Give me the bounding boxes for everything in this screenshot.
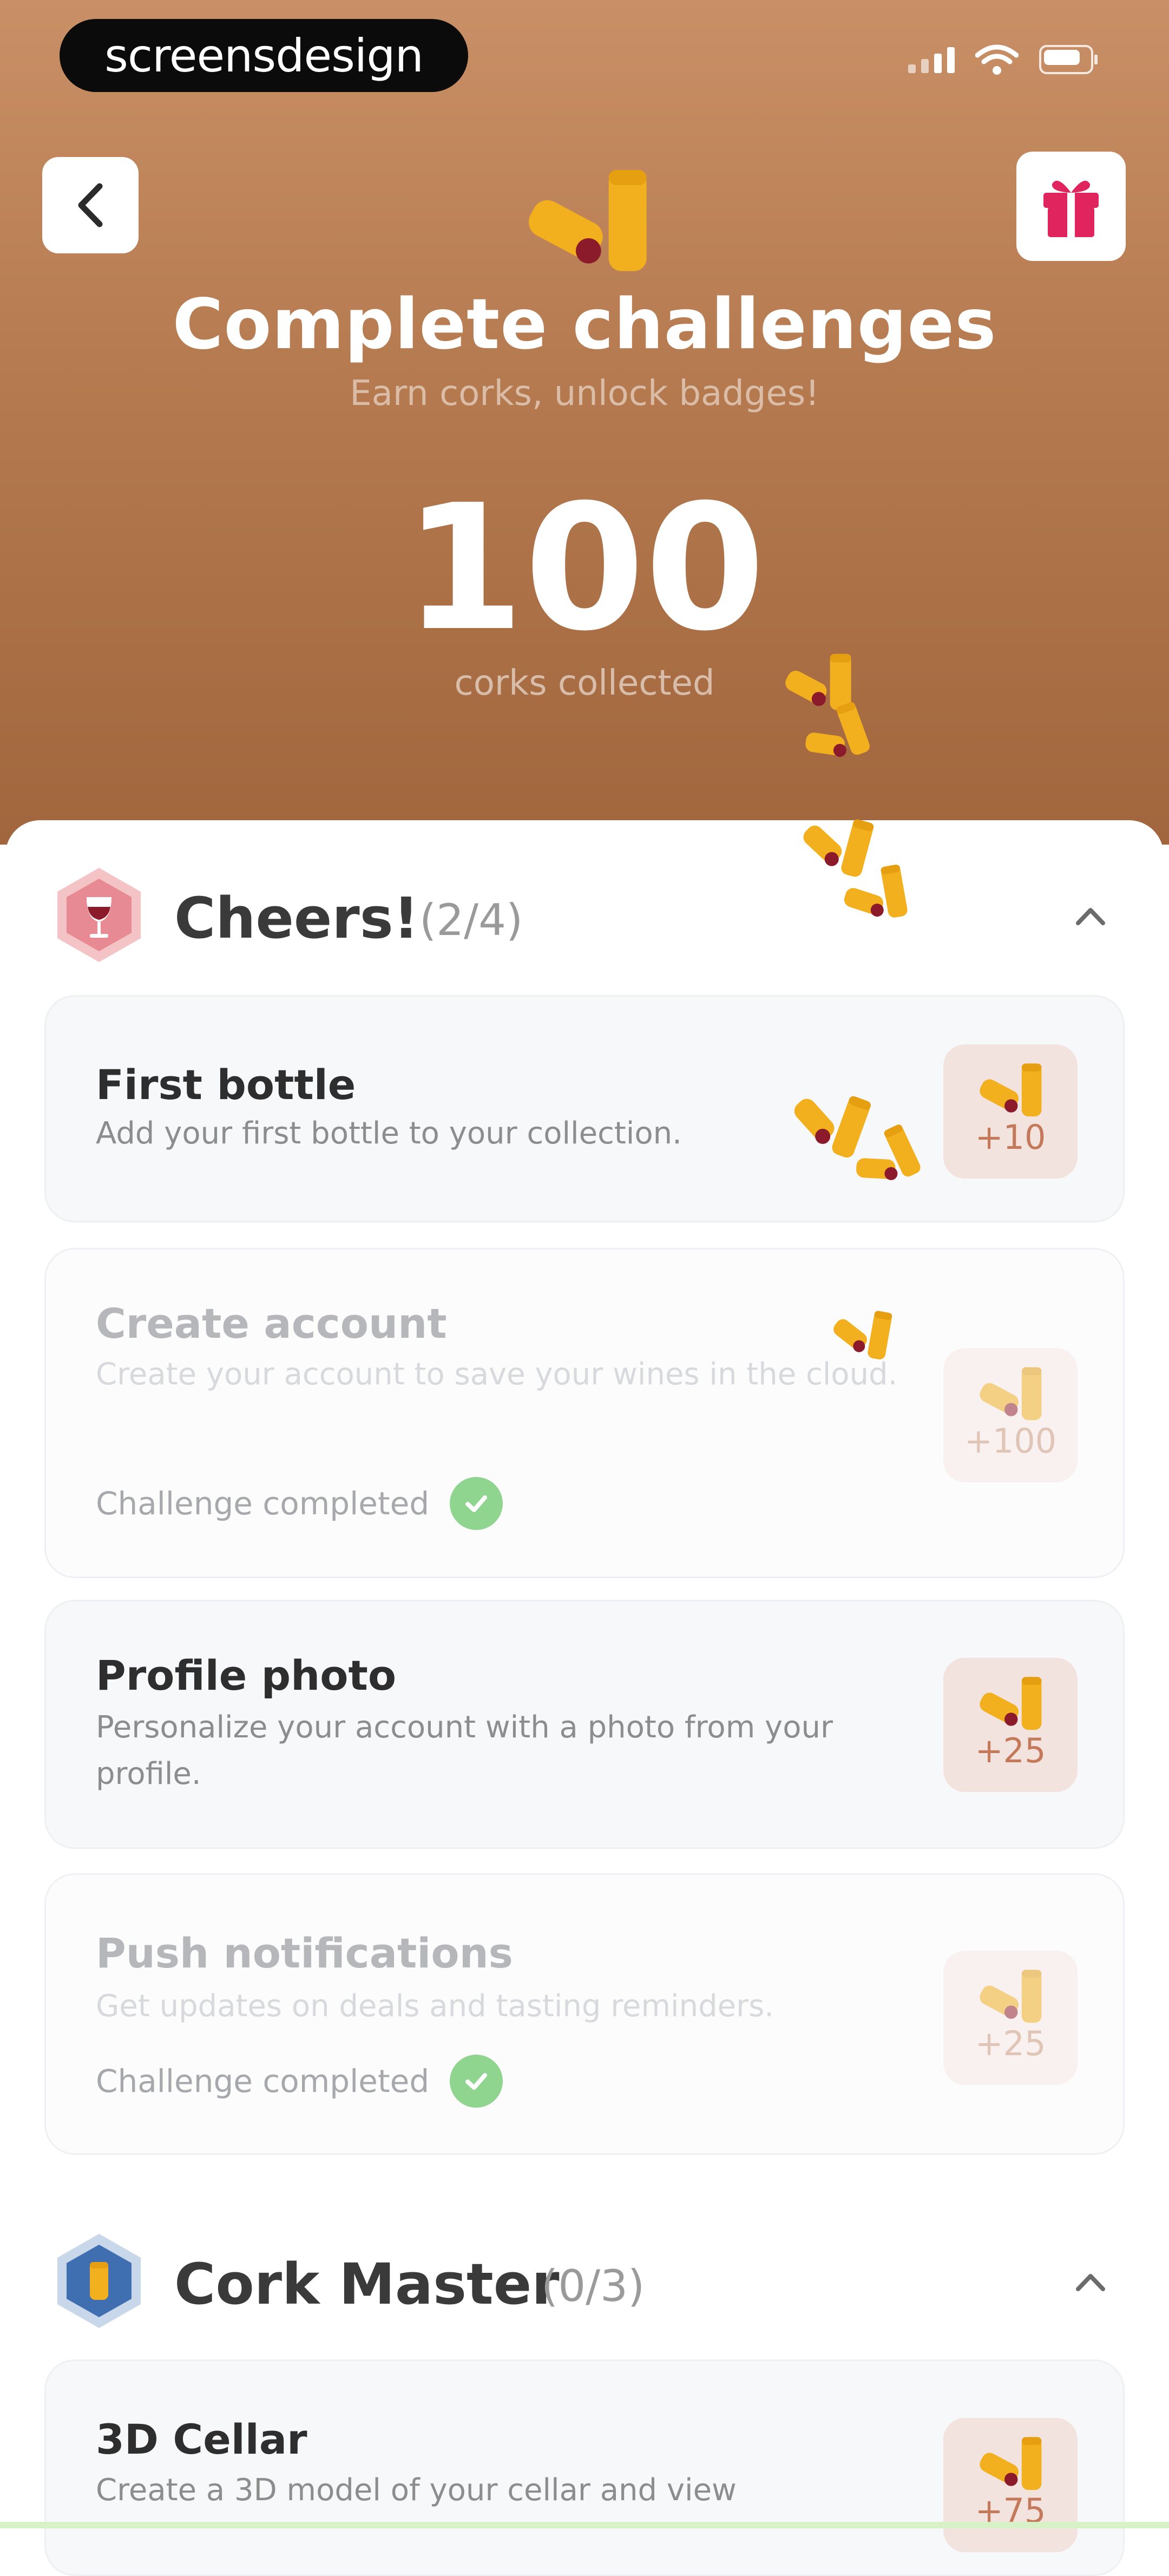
cork-header-icon xyxy=(523,170,647,271)
bottom-edge-strip xyxy=(0,2522,1169,2528)
gift-icon xyxy=(1043,180,1099,237)
cork-master-badge-icon xyxy=(57,2234,141,2328)
challenge-completed-status: Challenge completed xyxy=(96,2055,503,2108)
cork-icon xyxy=(977,1970,1042,2023)
check-icon xyxy=(450,1477,503,1530)
challenge-description: Personalize your account with a photo fr… xyxy=(96,1710,833,1792)
check-icon xyxy=(450,2055,503,2108)
cork-icon xyxy=(977,1063,1042,1117)
challenge-title: 3D Cellar xyxy=(96,2415,307,2463)
reward-value: +25 xyxy=(975,2024,1046,2063)
page-subtitle: Earn corks, unlock badges! xyxy=(350,374,819,414)
back-button[interactable] xyxy=(42,157,139,253)
reward-badge: +25 xyxy=(943,1951,1078,2085)
challenge-title: Profile photo xyxy=(96,1651,397,1699)
chevron-up-icon[interactable] xyxy=(1072,2263,1109,2301)
reward-value: +25 xyxy=(975,1731,1046,1770)
challenge-card-push-notifications[interactable]: Push notifications Get updates on deals … xyxy=(44,1873,1125,2155)
battery-icon xyxy=(1039,45,1098,74)
wine-glass-badge-icon xyxy=(57,868,141,962)
section-progress: (0/3) xyxy=(541,2261,645,2311)
section-title: Cork Master xyxy=(174,2251,560,2317)
challenge-title: First bottle xyxy=(96,1061,356,1109)
page-title: Complete challenges xyxy=(172,284,997,365)
brand-watermark: screensdesign xyxy=(60,19,468,92)
section-progress: (2/4) xyxy=(419,895,523,945)
cork-count: 100 xyxy=(404,468,765,669)
cork-icon xyxy=(977,2437,1042,2490)
wifi-icon xyxy=(975,44,1019,75)
section-header-cork-master[interactable]: Cork Master (0/3) xyxy=(0,2230,1169,2338)
chevron-left-icon xyxy=(78,183,103,227)
section-header-cheers[interactable]: Cheers! (2/4) xyxy=(0,864,1169,972)
gift-button[interactable] xyxy=(1016,152,1126,261)
challenge-description: Get updates on deals and tasting reminde… xyxy=(96,1989,774,2024)
section-title: Cheers! xyxy=(174,885,419,951)
status-bar: screensdesign xyxy=(0,0,1169,119)
challenge-title: Create account xyxy=(96,1299,447,1348)
header-background xyxy=(0,0,1169,845)
signal-icon xyxy=(908,46,955,73)
reward-badge: +25 xyxy=(943,1658,1078,1792)
challenge-card-profile-photo[interactable]: Profile photo Personalize your account w… xyxy=(44,1600,1125,1849)
challenge-card-3d-cellar[interactable]: 3D Cellar Create a 3D model of your cell… xyxy=(44,2359,1125,2576)
falling-corks-animation xyxy=(781,653,923,1361)
challenge-description: Create a 3D model of your cellar and vie… xyxy=(96,2473,737,2508)
reward-badge: +75 xyxy=(943,2418,1078,2552)
cork-icon xyxy=(977,1677,1042,1730)
cork-count-label: corks collected xyxy=(454,663,715,703)
completed-label: Challenge completed xyxy=(96,1485,430,1522)
reward-value: +100 xyxy=(964,1421,1057,1461)
chevron-up-icon[interactable] xyxy=(1072,897,1109,935)
challenge-completed-status: Challenge completed xyxy=(96,1477,503,1530)
completed-label: Challenge completed xyxy=(96,2063,430,2100)
status-icons xyxy=(908,43,1098,76)
cork-icon xyxy=(977,1367,1042,1421)
challenge-title: Push notifications xyxy=(96,1929,513,1977)
